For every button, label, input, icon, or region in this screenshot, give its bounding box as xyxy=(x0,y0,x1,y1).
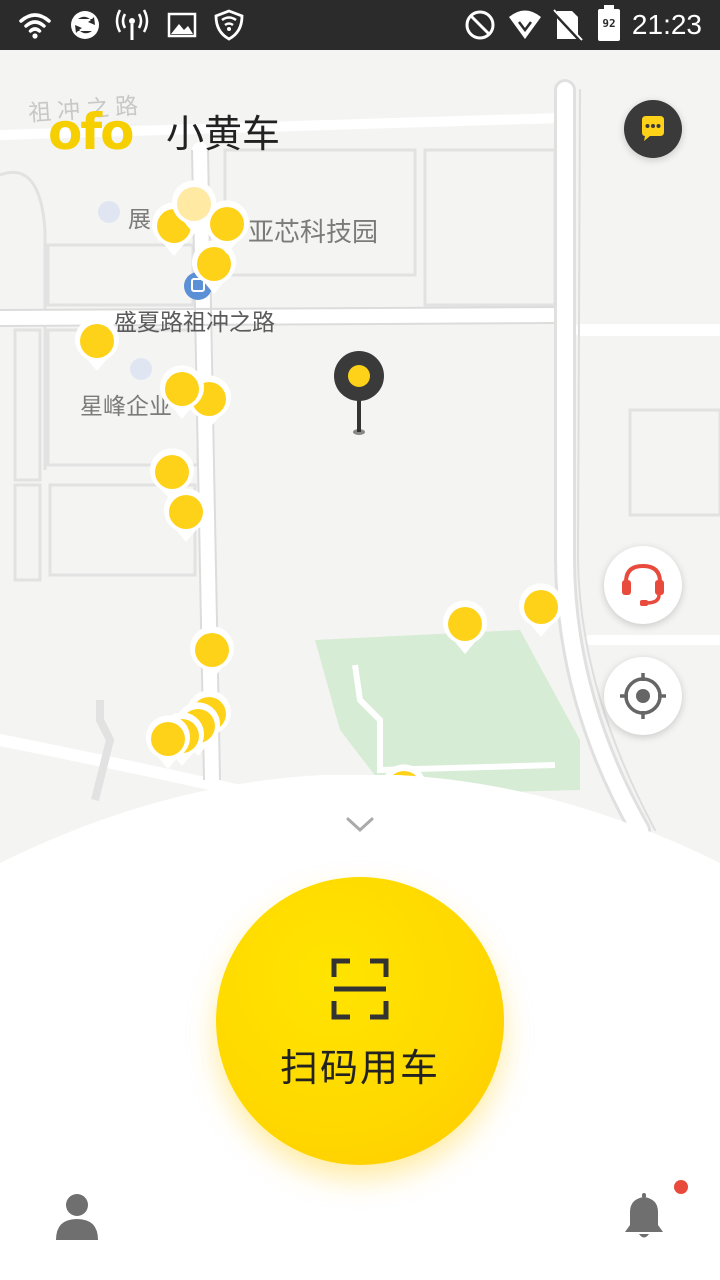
bell-icon xyxy=(625,1193,663,1238)
customer-service-icon xyxy=(622,563,664,606)
locate-icon xyxy=(620,673,666,719)
park-label: 亚芯科技园 xyxy=(248,218,379,248)
bus-stop-label: 盛夏路祖冲之路 xyxy=(114,310,275,336)
poi-label: 展 xyxy=(128,207,151,233)
brand-name: ofo xyxy=(48,103,134,161)
wifi-icon xyxy=(19,13,51,39)
bike-marker-icon[interactable] xyxy=(188,626,236,682)
scan-to-ride-button[interactable]: 扫码用车 xyxy=(216,877,504,1165)
status-bar: 92 21:23 xyxy=(0,0,720,50)
poi-icon xyxy=(130,358,152,380)
no-sim-icon xyxy=(551,9,583,42)
image-icon xyxy=(167,12,197,38)
shield-icon xyxy=(214,9,244,41)
notification-badge xyxy=(674,1180,688,1194)
user-icon xyxy=(56,1194,98,1240)
sync-icon xyxy=(71,11,99,39)
bike-marker-icon[interactable] xyxy=(158,365,206,421)
bike-marker-icon[interactable] xyxy=(162,488,210,544)
location-pin-icon xyxy=(334,351,384,435)
scan-label: 扫码用车 xyxy=(279,1046,440,1090)
poi-icon xyxy=(98,201,120,223)
chat-icon xyxy=(642,116,664,141)
bike-marker-icon[interactable] xyxy=(73,317,121,373)
bike-marker-icon[interactable] xyxy=(517,583,565,639)
notifications-button[interactable] xyxy=(618,1180,688,1242)
signal-wifi-icon xyxy=(509,10,541,39)
bike-marker-icon[interactable] xyxy=(144,715,192,771)
bike-marker-icon[interactable] xyxy=(170,180,218,236)
app-name: 小黄车 xyxy=(166,112,281,156)
locate-button[interactable] xyxy=(604,657,682,735)
scan-icon xyxy=(331,958,389,1020)
do-not-disturb-icon xyxy=(465,10,495,40)
bike-marker-icon[interactable] xyxy=(441,600,489,656)
chat-button[interactable] xyxy=(624,100,682,158)
battery-level: 92 xyxy=(602,17,616,30)
status-time: 21:23 xyxy=(631,9,702,40)
customer-service-button[interactable] xyxy=(604,546,682,624)
hotspot-icon xyxy=(115,9,149,40)
battery-icon: 92 xyxy=(598,5,620,41)
user-profile-button[interactable] xyxy=(52,1190,102,1240)
chevron-down-icon[interactable] xyxy=(344,815,376,835)
